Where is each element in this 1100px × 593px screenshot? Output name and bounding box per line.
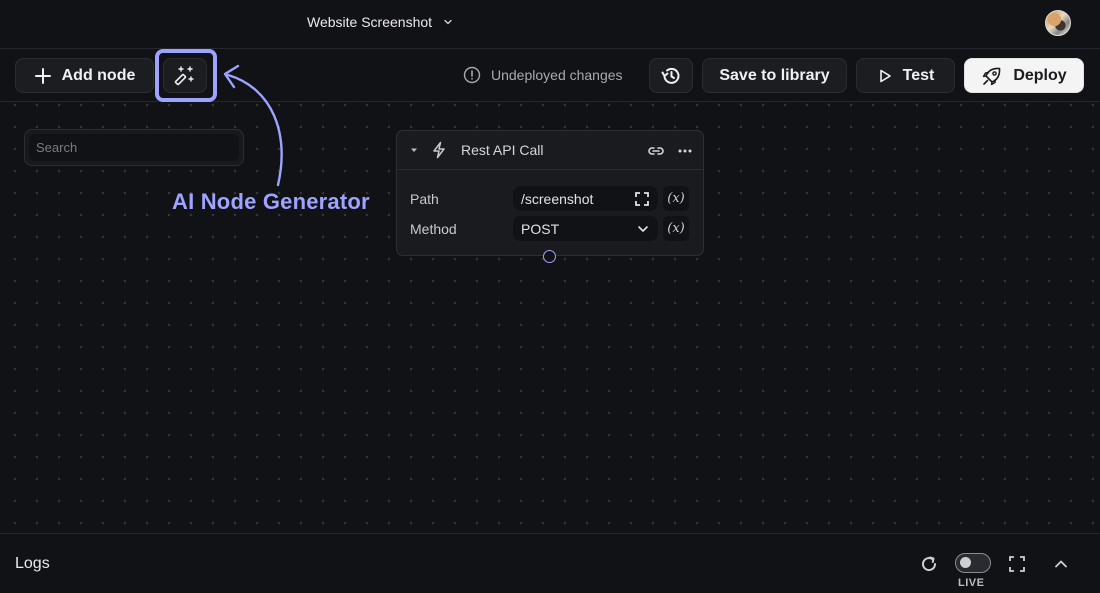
method-field-row: Method POST (x) xyxy=(410,216,689,241)
method-select[interactable]: POST xyxy=(513,216,658,241)
rest-api-call-node[interactable]: Rest API Call Path /screenshot (x) Metho… xyxy=(396,130,704,263)
project-title: Website Screenshot xyxy=(307,14,433,30)
search-input[interactable] xyxy=(29,134,239,161)
test-button[interactable]: Test xyxy=(856,58,955,93)
logs-panel: Logs LIVE xyxy=(0,533,1100,593)
expand-logs-button[interactable] xyxy=(1007,554,1027,574)
add-node-label: Add node xyxy=(61,66,136,84)
chevron-down-icon xyxy=(638,225,648,232)
user-avatar[interactable] xyxy=(1045,10,1071,36)
save-to-library-button[interactable]: Save to library xyxy=(702,58,847,93)
path-input[interactable]: /screenshot xyxy=(513,186,658,211)
project-selector[interactable]: Website Screenshot xyxy=(307,14,454,30)
top-bar: Website Screenshot xyxy=(0,0,1100,49)
node-title: Rest API Call xyxy=(461,142,544,158)
logs-title: Logs xyxy=(15,555,50,572)
ai-node-generator-button[interactable] xyxy=(163,58,207,93)
toggle-knob xyxy=(960,557,971,568)
chevron-down-icon xyxy=(444,19,452,25)
deploy-button[interactable]: Deploy xyxy=(964,58,1084,93)
test-label: Test xyxy=(902,66,935,84)
collapse-caret-icon[interactable] xyxy=(407,145,421,155)
toggle-logs-panel-button[interactable] xyxy=(1051,554,1071,574)
live-label: LIVE xyxy=(958,577,985,589)
refresh-logs-button[interactable] xyxy=(918,553,940,575)
play-icon xyxy=(879,69,891,82)
link-icon[interactable] xyxy=(647,142,665,160)
method-value: POST xyxy=(521,220,560,237)
live-toggle[interactable] xyxy=(955,553,991,573)
path-label: Path xyxy=(410,190,439,207)
workflow-canvas[interactable]: AI Node Generator Rest API Call Path /sc… xyxy=(0,64,1100,533)
alert-circle-icon xyxy=(463,66,481,84)
plus-icon xyxy=(34,67,51,84)
search-box xyxy=(24,129,244,166)
output-handle[interactable] xyxy=(543,250,556,263)
deploy-label: Deploy xyxy=(1013,66,1067,84)
rocket-icon xyxy=(983,67,1001,85)
refresh-icon xyxy=(922,556,937,572)
fullscreen-icon xyxy=(1009,556,1025,572)
method-variable-button[interactable]: (x) xyxy=(663,216,689,241)
path-field-row: Path /screenshot (x) xyxy=(410,186,689,211)
path-value: /screenshot xyxy=(521,190,594,207)
annotation-label: AI Node Generator xyxy=(172,189,370,214)
expand-icon[interactable] xyxy=(634,191,650,207)
lightning-icon xyxy=(430,141,448,159)
deploy-status-text: Undeployed changes xyxy=(491,67,623,83)
history-button[interactable] xyxy=(649,58,693,93)
history-icon xyxy=(661,67,680,84)
toolbar: Add node Undeployed changes Save to libr… xyxy=(0,49,1100,102)
add-node-button[interactable]: Add node xyxy=(15,58,154,93)
magic-wand-icon xyxy=(174,65,194,85)
path-variable-button[interactable]: (x) xyxy=(663,186,689,211)
more-options-icon[interactable] xyxy=(677,143,693,159)
save-to-library-label: Save to library xyxy=(719,66,830,84)
method-label: Method xyxy=(410,220,457,237)
deploy-status: Undeployed changes xyxy=(463,66,623,84)
node-header: Rest API Call xyxy=(397,131,703,170)
chevron-up-icon xyxy=(1055,560,1067,568)
